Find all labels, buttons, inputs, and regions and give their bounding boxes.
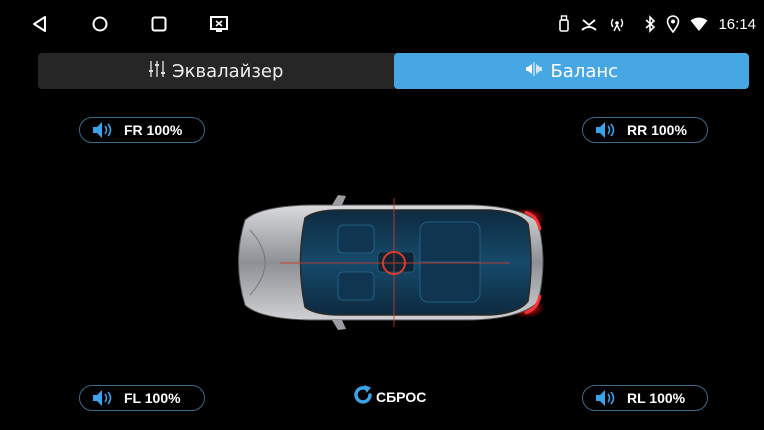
speaker-fl-button[interactable]: FL 100% <box>79 385 205 411</box>
reset-button[interactable]: СБРОС <box>352 384 426 409</box>
tab-equalizer[interactable]: Эквалайзер <box>38 53 394 89</box>
speaker-rl-label: RL 100% <box>627 390 686 406</box>
speaker-icon <box>595 389 617 407</box>
reset-label: СБРОС <box>376 388 427 405</box>
tab-balance-label: Баланс <box>550 60 619 82</box>
equalizer-icon <box>148 60 166 83</box>
wifi-icon <box>690 17 708 32</box>
bluetooth-icon <box>644 15 656 33</box>
reset-icon <box>352 384 374 409</box>
speaker-fl-label: FL 100% <box>124 390 181 406</box>
car-balance-area[interactable] <box>220 190 550 335</box>
clock: 16:14 <box>718 15 756 33</box>
car-top-view-image <box>238 195 545 330</box>
status-icons: 16:14 <box>558 13 756 35</box>
recent-apps-icon[interactable] <box>147 12 171 36</box>
balance-icon <box>524 59 544 84</box>
location-icon <box>666 15 680 33</box>
call-missed-icon <box>580 16 598 32</box>
tab-bar: Эквалайзер Баланс <box>38 53 749 89</box>
radio-signal-icon <box>608 16 626 32</box>
screenshot-icon[interactable] <box>207 12 231 36</box>
speaker-icon <box>92 389 114 407</box>
screen: 16:14 Эквалайзер Баланс FR 100% RR 100% … <box>0 0 764 430</box>
speaker-icon <box>92 121 114 139</box>
usb-icon <box>558 15 570 33</box>
tab-balance[interactable]: Баланс <box>393 53 749 89</box>
speaker-fr-button[interactable]: FR 100% <box>79 117 205 143</box>
speaker-rr-label: RR 100% <box>627 122 687 138</box>
status-bar: 16:14 <box>0 0 764 46</box>
tab-equalizer-label: Эквалайзер <box>172 60 284 82</box>
back-icon[interactable] <box>28 12 52 36</box>
speaker-icon <box>595 121 617 139</box>
speaker-rl-button[interactable]: RL 100% <box>582 385 708 411</box>
speaker-rr-button[interactable]: RR 100% <box>582 117 708 143</box>
speaker-fr-label: FR 100% <box>124 122 183 138</box>
home-icon[interactable] <box>88 12 112 36</box>
